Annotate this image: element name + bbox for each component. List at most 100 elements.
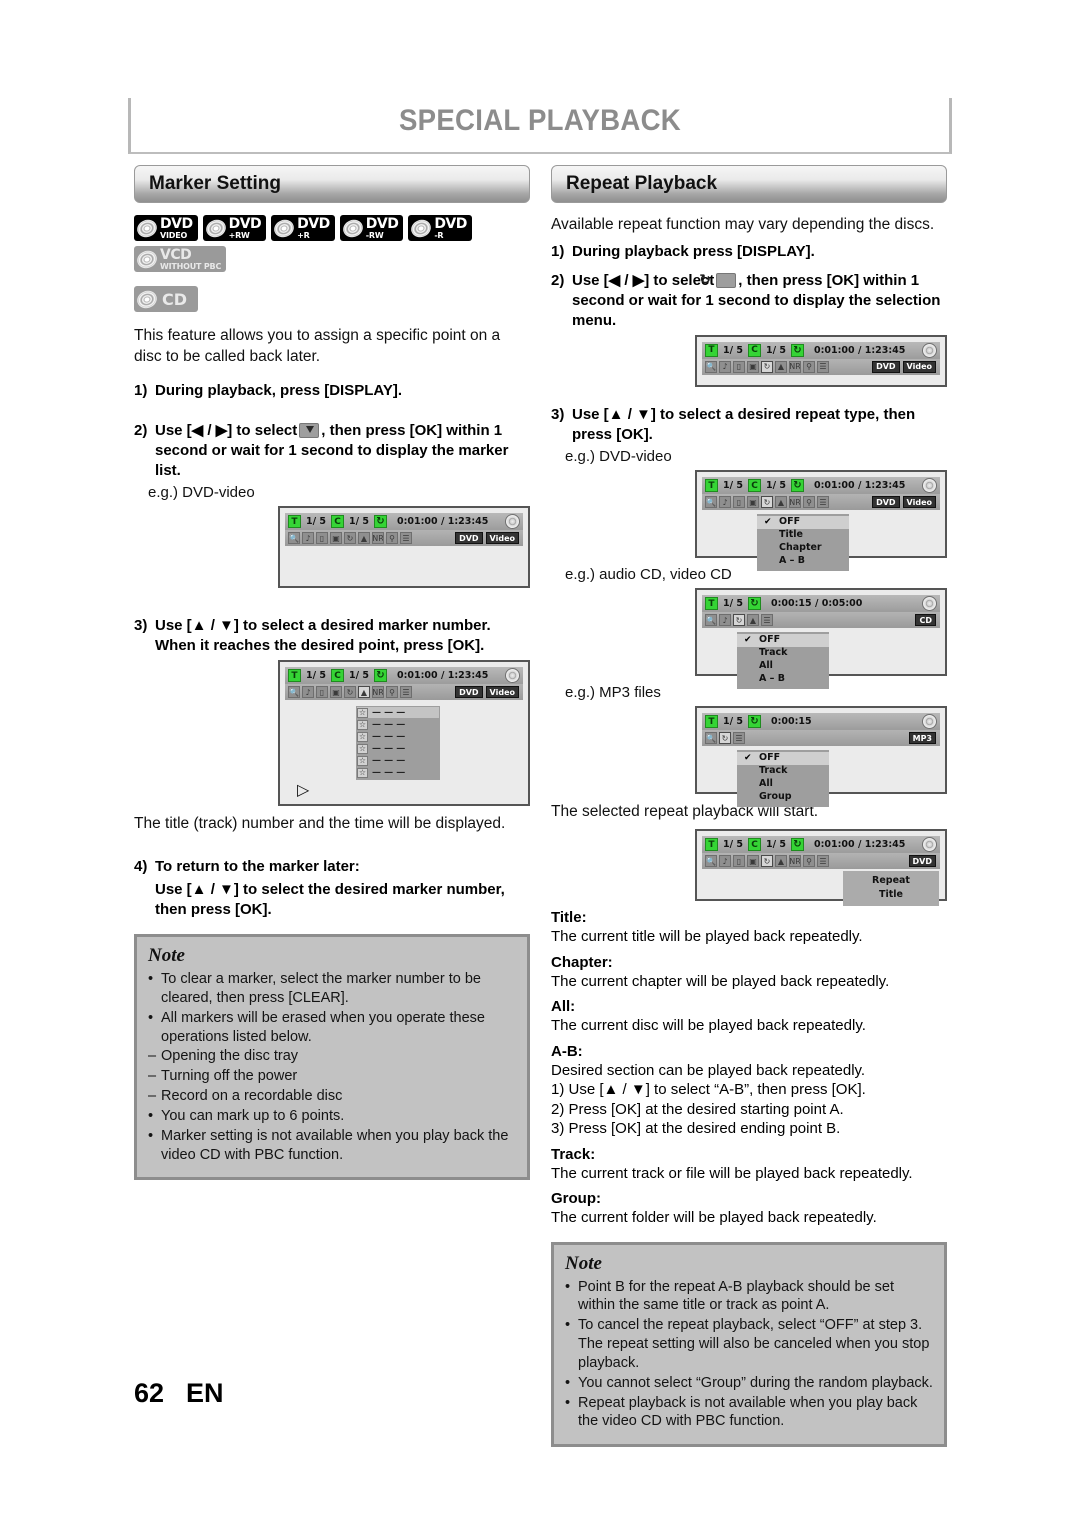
disc-logo-sub: WITHOUT PBC bbox=[160, 261, 222, 271]
repeat-step-3: 3) Use [▲ / ▼] to select a desired repeat… bbox=[551, 405, 947, 445]
note-item: • To cancel the repeat playback, select “… bbox=[565, 1316, 933, 1373]
marker-list-item[interactable]: ☆ — — — bbox=[357, 719, 439, 730]
subtitle-icon: ▯ bbox=[733, 360, 745, 373]
osd-function-bar: 🔍 ♪ ▯ ▣ ↻ ▲ NR ⚲ ☰ DVD Video bbox=[285, 530, 523, 547]
star-icon: ☆ bbox=[357, 719, 368, 730]
definition-desc-group: The current folder will be played back r… bbox=[551, 1209, 877, 1226]
star-icon: ☆ bbox=[357, 731, 368, 742]
repeat-type-definitions: Title: The current title will be played … bbox=[551, 909, 947, 1228]
osd-title-value: 1/ 5 bbox=[306, 516, 326, 528]
osd-time-mode-icon bbox=[791, 479, 804, 493]
step-text: During playback press [DISPLAY]. bbox=[572, 242, 815, 260]
disc-platter-icon bbox=[340, 216, 366, 240]
check-icon: ✔ bbox=[744, 635, 752, 646]
osd-disc-spin-icon bbox=[922, 837, 937, 852]
note-item: • Marker setting is not available when yo… bbox=[148, 1127, 516, 1165]
play-indicator-icon bbox=[288, 780, 309, 799]
disc-logo-main: DVD bbox=[365, 215, 399, 232]
step-text-a: Use [◀ / ▶] to select bbox=[572, 272, 715, 290]
osd-info-bar: T 1/ 5 C 1/ 5 0:01:00 / 1:23:45 bbox=[285, 667, 523, 684]
repeat-menu-item-group[interactable]: Group bbox=[737, 791, 829, 804]
osd-disc-spin-icon bbox=[922, 714, 937, 730]
disc-platter-icon bbox=[271, 216, 297, 240]
note-text: Record on a recordable disc bbox=[161, 1088, 343, 1105]
osd-chapter-indicator-icon: C bbox=[748, 479, 761, 493]
osd-disc-spin-icon bbox=[505, 668, 520, 683]
repeat-menu-item-track[interactable]: Track bbox=[737, 765, 829, 778]
repeat-icon: ↻ bbox=[761, 360, 773, 373]
repeat-menu-item-ab[interactable]: A – B bbox=[737, 673, 829, 686]
repeat-menu-item-all[interactable]: All bbox=[737, 660, 829, 673]
repeat-menu-item-ab[interactable]: A – B bbox=[757, 555, 849, 568]
marker-list-item[interactable]: ☆ — — — bbox=[357, 707, 439, 718]
note-item: • Repeat playback is not available when y… bbox=[565, 1394, 933, 1432]
repeat-type-menu-cd[interactable]: ✔ OFF Track All A – B bbox=[737, 632, 829, 690]
osd-tag-disc-type: DVD bbox=[455, 686, 483, 698]
osd-disc-spin-icon bbox=[922, 596, 937, 612]
repeat-type-menu-dvd[interactable]: ✔ OFF Title Chapter A – B bbox=[757, 514, 849, 572]
repeat-menu-item-track[interactable]: Track bbox=[737, 647, 829, 660]
repeat-menu-item-title[interactable]: Title bbox=[757, 529, 849, 542]
marker-list-item[interactable]: ☆ — — — bbox=[357, 731, 439, 742]
ab-step-3: 3) Press [OK] at the desired ending poin… bbox=[551, 1120, 841, 1137]
star-icon: ☆ bbox=[357, 767, 368, 778]
osd-function-bar: 🔍 ♪ ▯ ▣ ↻ ▲ NR ⚲ ☰ DVD Video bbox=[285, 684, 523, 700]
repeat-status-indicator: Repeat Title bbox=[843, 871, 939, 906]
repeat-icon: ↻ bbox=[344, 532, 356, 545]
note-title: Note bbox=[565, 1252, 602, 1274]
repeat-type-menu-mp3[interactable]: ✔ OFF Track All Group bbox=[737, 750, 829, 808]
note-bullet: – bbox=[148, 1068, 157, 1085]
note-bullet: – bbox=[148, 1048, 157, 1065]
step-text: During playback, press [DISPLAY]. bbox=[155, 382, 403, 400]
repeat-menu-item-off[interactable]: ✔ OFF bbox=[737, 634, 829, 648]
osd-tag-disc-type: DVD bbox=[872, 360, 900, 373]
osd-time-mode-icon bbox=[374, 669, 387, 682]
picture-adjust-icon: ☰ bbox=[761, 614, 773, 627]
repeat-menu-label: OFF bbox=[779, 516, 801, 528]
repeat-menu-item-off[interactable]: ✔ OFF bbox=[757, 516, 849, 530]
repeat-example-label-dvd: e.g.) DVD-video bbox=[565, 448, 672, 466]
angle-icon: ▣ bbox=[747, 360, 759, 373]
marker-example-label-dvd: e.g.) DVD-video bbox=[148, 484, 255, 502]
repeat-menu-item-off[interactable]: ✔ OFF bbox=[737, 752, 829, 766]
search-icon: 🔍 bbox=[705, 614, 717, 627]
osd-title-value: 1/ 5 bbox=[723, 598, 743, 610]
repeat-menu-label: OFF bbox=[759, 752, 781, 764]
disc-platter-icon bbox=[134, 247, 160, 271]
repeat-example-label-cd: e.g.) audio CD, video CD bbox=[565, 566, 732, 584]
noise-reduction-icon: NR bbox=[789, 496, 801, 509]
angle-icon: ▣ bbox=[330, 686, 342, 698]
osd-function-bar: 🔍 ♪ ↻ ▲ ☰ CD bbox=[702, 612, 940, 629]
repeat-menu-item-all[interactable]: All bbox=[737, 778, 829, 791]
page-language: EN bbox=[186, 1378, 224, 1408]
marker-list[interactable]: ☆ — — — ☆ — — — ☆ — — — ☆ — — — ☆ — — — … bbox=[356, 706, 440, 780]
disc-platter-icon bbox=[134, 216, 160, 240]
definition-term-ab: A-B: bbox=[551, 1042, 583, 1060]
subtitle-icon: ▯ bbox=[316, 686, 328, 698]
disc-logo-main: CD bbox=[162, 289, 188, 309]
osd-tag-disc-type: DVD bbox=[872, 496, 900, 509]
osd-display-repeat-menu-mp3: T 1/ 5 0:00:15 🔍 ↻ ☰ MP3 ✔ OFF Track bbox=[695, 706, 947, 808]
osd-display-repeat-bar: T 1/ 5 C 1/ 5 0:01:00 / 1:23:45 🔍 ♪ ▯ ▣ … bbox=[695, 334, 947, 387]
disc-logo-main: DVD bbox=[228, 215, 262, 232]
repeat-menu-label: Group bbox=[759, 791, 792, 803]
manual-page: SPECIAL PLAYBACK Marker Setting DVD VIDE… bbox=[0, 0, 1080, 1528]
note-bullet: • bbox=[148, 971, 154, 987]
marker-list-item[interactable]: ☆ — — — bbox=[357, 743, 439, 754]
disc-logo-sub: +RW bbox=[228, 230, 250, 240]
osd-time-value: 0:01:00 / 1:23:45 bbox=[814, 480, 906, 492]
repeat-menu-item-chapter[interactable]: Chapter bbox=[757, 542, 849, 555]
marker-list-item[interactable]: ☆ — — — bbox=[357, 767, 439, 778]
disc-logo-dvd-plus-rw: DVD +RW bbox=[202, 215, 267, 241]
osd-display-repeat-active: T 1/ 5 C 1/ 5 0:01:00 / 1:23:45 🔍 ♪ ▯ ▣ … bbox=[695, 829, 947, 906]
note-text: All markers will be erased when you oper… bbox=[161, 1009, 485, 1045]
repeat-icon: ↻ bbox=[761, 855, 773, 867]
noise-reduction-icon: NR bbox=[789, 360, 801, 373]
note-item: • To clear a marker, select the marker nu… bbox=[148, 970, 516, 1008]
osd-time-value: 0:00:15 / 0:05:00 bbox=[771, 598, 863, 610]
marker-list-item[interactable]: ☆ — — — bbox=[357, 755, 439, 766]
note-item: – Opening the disc tray bbox=[148, 1047, 516, 1066]
marker-value: — — — bbox=[372, 755, 406, 766]
star-icon: ☆ bbox=[357, 755, 368, 766]
osd-time-value: 0:00:15 bbox=[771, 716, 812, 728]
